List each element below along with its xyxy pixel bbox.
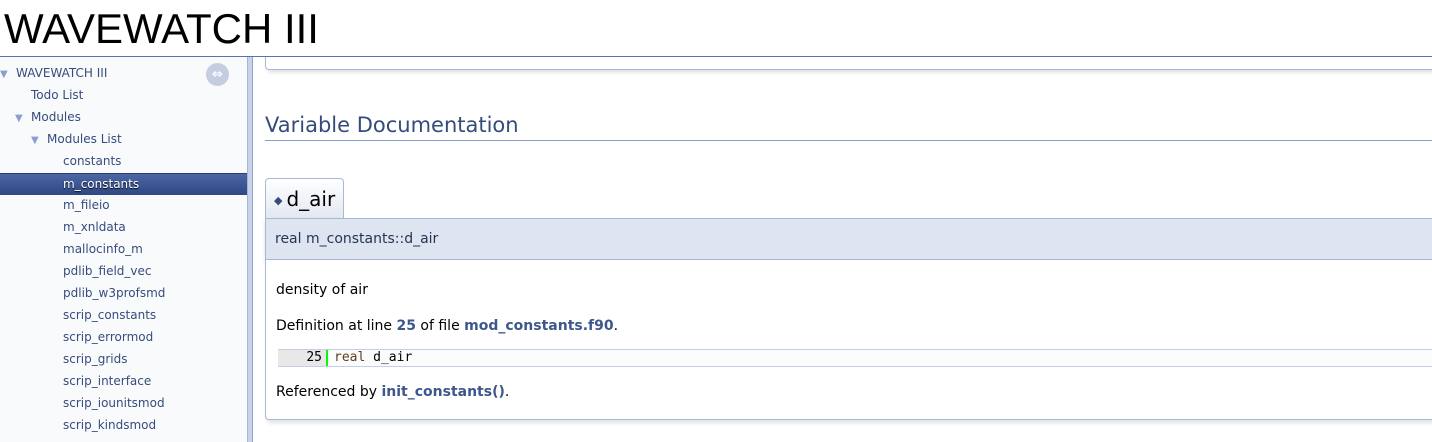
definition-suffix: . [613, 318, 619, 334]
nav-item-pdlib-field-vec[interactable]: pdlib_field_vec [63, 260, 152, 282]
title-area: WAVEWATCH III [0, 0, 1432, 57]
code-keyword: real [334, 350, 366, 365]
member-name: d_air [286, 187, 336, 211]
nav-item-label: Modules [31, 110, 81, 124]
nav-item-mallocinfo-m[interactable]: mallocinfo_m [63, 238, 143, 260]
nav-item-label: m_xnldata [63, 220, 126, 234]
referenced-prefix: Referenced by [276, 384, 382, 400]
init-constants-link[interactable]: init_constants() [381, 384, 504, 400]
nav-item-label: constants [63, 154, 122, 168]
code-fragment: 25 real d_air [278, 349, 1432, 367]
description: density of air [276, 282, 368, 298]
nav-item-todo-list[interactable]: Todo List [31, 84, 83, 106]
nav-item-label: scrip_interface [63, 374, 152, 388]
definition-line: Definition at line 25 of file mod_consta… [276, 316, 618, 336]
nav-item-label: m_fileio [63, 198, 110, 212]
code-line-number[interactable]: 25 [278, 350, 328, 366]
prototype-text: real m_constants::d_air [275, 231, 439, 247]
previous-member-box [265, 57, 1432, 70]
nav-item-pdlib-w3profsmd[interactable]: pdlib_w3profsmd [63, 282, 165, 304]
definition-prefix: Definition at line [276, 318, 397, 334]
nav-item-label: scrip_kindsmod [63, 418, 157, 432]
project-name: WAVEWATCH III [4, 5, 319, 52]
referenced-by-line: Referenced by init_constants(). [276, 382, 509, 402]
side-nav: ▼ WAVEWATCH III ⇔ Todo List ▼ Modules ▼ Mod… [0, 57, 247, 442]
referenced-suffix: . [504, 384, 510, 400]
nav-item-constants[interactable]: constants [63, 150, 121, 172]
nav-item-label: scrip_grids [63, 352, 128, 366]
section-title: Variable Documentation [265, 112, 1432, 141]
nav-item-label: m_constants [63, 177, 140, 191]
definition-mid: of file [415, 318, 465, 334]
member-title-tab: ◆ d_air [265, 178, 345, 218]
nav-item-scrip-errormod[interactable]: scrip_errormod [63, 326, 153, 348]
nav-item-wavewatch[interactable]: ▼ WAVEWATCH III [0, 62, 107, 84]
nav-item-scrip-grids[interactable]: scrip_grids [63, 348, 128, 370]
nav-item-label: mallocinfo_m [63, 242, 143, 256]
nav-item-label: scrip_errormod [63, 330, 154, 344]
nav-item-scrip-interface[interactable]: scrip_interface [63, 370, 151, 392]
nav-item-modules[interactable]: ▼ Modules [15, 106, 81, 128]
nav-item-label: Modules List [47, 132, 122, 146]
nav-item-label: WAVEWATCH III [16, 66, 108, 80]
sync-arrows-icon: ⇔ [212, 67, 223, 82]
member-doc: density of air Definition at line 25 of … [265, 260, 1432, 420]
code-text: real d_air [334, 350, 412, 366]
diamond-icon: ◆ [274, 193, 283, 207]
member-prototype: real m_constants::d_air [265, 218, 1432, 260]
nav-item-label: pdlib_field_vec [63, 264, 152, 278]
nav-item-m-fileio[interactable]: m_fileio [63, 194, 110, 216]
nav-item-label: pdlib_w3profsmd [63, 286, 166, 300]
line-number-link[interactable]: 25 [396, 318, 415, 334]
nav-item-m-constants[interactable]: m_constants [0, 173, 247, 195]
file-link[interactable]: mod_constants.f90 [464, 318, 613, 334]
expand-arrow-icon[interactable]: ▼ [0, 64, 16, 86]
doc-content: Variable Documentation ◆ d_air real m_con… [253, 57, 1432, 442]
sync-toggle-button[interactable]: ⇔ [206, 63, 229, 86]
nav-item-m-xnldata[interactable]: m_xnldata [63, 216, 126, 238]
expand-arrow-icon[interactable]: ▼ [31, 130, 47, 152]
nav-item-label: Todo List [31, 88, 84, 102]
nav-item-modules-list[interactable]: ▼ Modules List [31, 128, 122, 150]
nav-item-label: scrip_constants [63, 308, 157, 322]
nav-item-scrip-kindsmod[interactable]: scrip_kindsmod [63, 414, 156, 436]
expand-arrow-icon[interactable]: ▼ [15, 108, 31, 130]
nav-item-scrip-iounitsmod[interactable]: scrip_iounitsmod [63, 392, 165, 414]
code-rest: d_air [365, 350, 413, 365]
nav-item-label: scrip_iounitsmod [63, 396, 165, 410]
nav-item-scrip-constants[interactable]: scrip_constants [63, 304, 156, 326]
